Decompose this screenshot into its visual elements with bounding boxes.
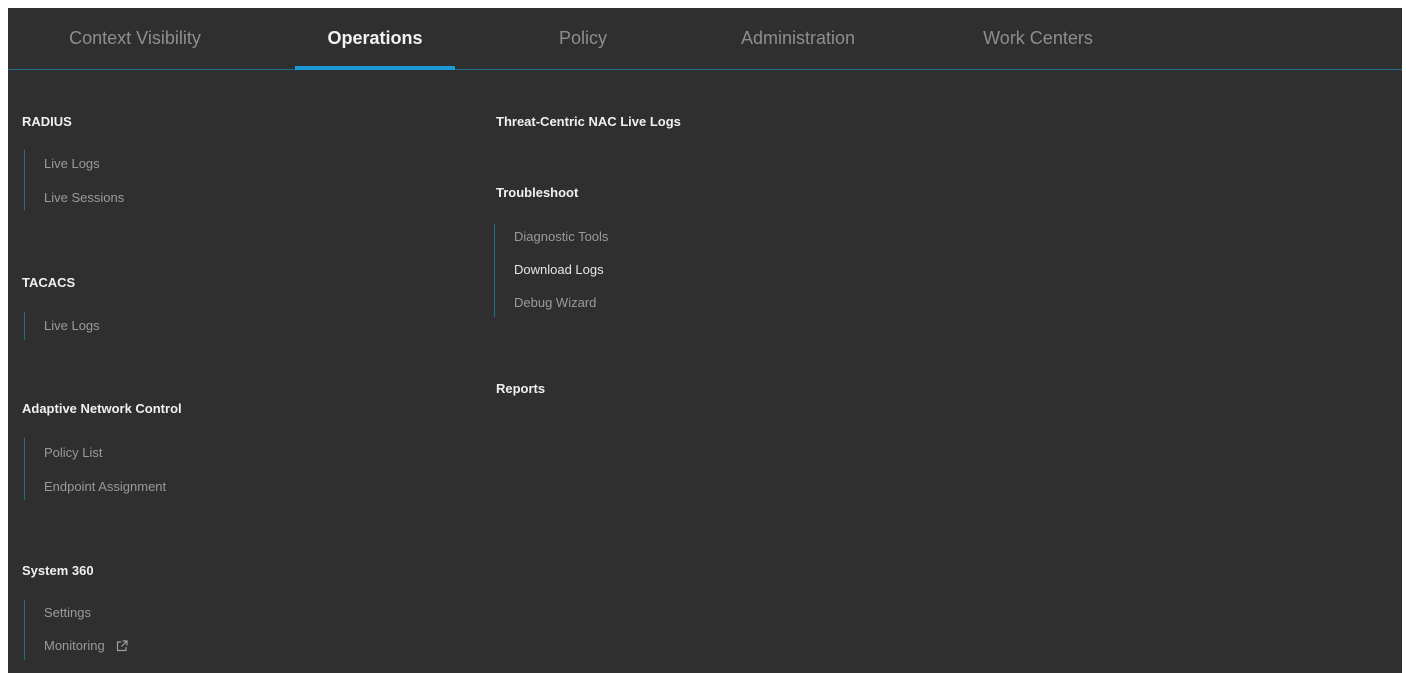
tab-policy[interactable]: Policy (523, 8, 643, 69)
tab-operations[interactable]: Operations (295, 8, 455, 70)
menu-item-monitoring-label: Monitoring (44, 638, 105, 653)
system-360-menu-group: Settings Monitoring (24, 600, 285, 660)
section-heading-tacacs: TACACS (22, 275, 76, 290)
section-heading-radius: RADIUS (22, 114, 72, 129)
menu-item-download-logs[interactable]: Download Logs (514, 262, 604, 277)
menu-item-radius-live-logs[interactable]: Live Logs (44, 156, 100, 171)
section-heading-adaptive-network-control: Adaptive Network Control (22, 401, 182, 416)
section-heading-system-360: System 360 (22, 563, 94, 578)
operations-menu-panel: Context Visibility Operations Policy Adm… (8, 8, 1402, 673)
external-link-icon (116, 640, 128, 655)
section-heading-troubleshoot: Troubleshoot (496, 185, 579, 200)
anc-menu-group: Policy List Endpoint Assignment (24, 438, 285, 500)
menu-item-reports[interactable]: Reports (496, 381, 545, 396)
radius-menu-group: Live Logs Live Sessions (24, 150, 285, 210)
menu-item-threat-centric-nac-live-logs[interactable]: Threat-Centric NAC Live Logs (496, 114, 681, 129)
menu-item-diagnostic-tools[interactable]: Diagnostic Tools (514, 229, 608, 244)
tab-work-centers[interactable]: Work Centers (958, 8, 1118, 69)
menu-item-tacacs-live-logs[interactable]: Live Logs (44, 318, 100, 333)
menu-item-policy-list[interactable]: Policy List (44, 445, 103, 460)
troubleshoot-menu-group: Diagnostic Tools Download Logs Debug Wiz… (494, 224, 755, 317)
tacacs-menu-group: Live Logs (24, 312, 285, 340)
top-navigation: Context Visibility Operations Policy Adm… (8, 8, 1402, 70)
menu-item-endpoint-assignment[interactable]: Endpoint Assignment (44, 479, 166, 494)
tab-context-visibility[interactable]: Context Visibility (20, 8, 250, 69)
tab-administration[interactable]: Administration (698, 8, 898, 69)
menu-item-debug-wizard[interactable]: Debug Wizard (514, 295, 596, 310)
menu-item-monitoring[interactable]: Monitoring (44, 638, 128, 655)
menu-item-live-sessions[interactable]: Live Sessions (44, 190, 124, 205)
menu-item-settings[interactable]: Settings (44, 605, 91, 620)
